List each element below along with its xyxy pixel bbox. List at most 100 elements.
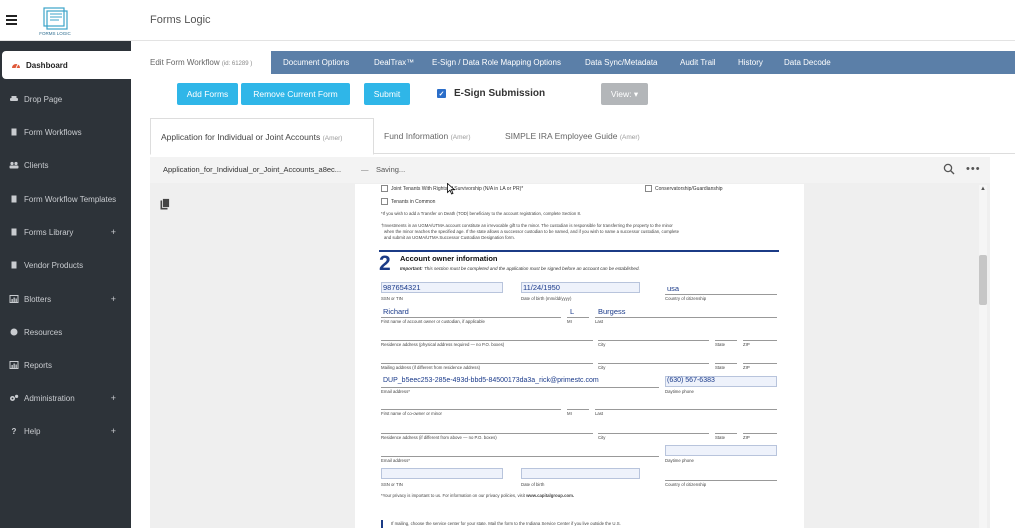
last-name-line xyxy=(595,317,777,318)
sidebar-item-vendor-products[interactable]: Vendor Products xyxy=(0,251,131,279)
workflow-tab-strip: Edit Form Workflow (id: 61289 ) Document… xyxy=(138,51,1015,74)
expand-plus-icon[interactable]: + xyxy=(111,393,116,403)
remove-current-form-button[interactable]: Remove Current Form xyxy=(241,83,350,105)
sidebar-item-drop-page[interactable]: Drop Page xyxy=(0,85,131,113)
co-ssn-field[interactable] xyxy=(381,468,503,479)
sidebar-item-forms-library[interactable]: Forms Library + xyxy=(0,218,131,246)
sidebar-item-label: Vendor Products xyxy=(24,260,84,270)
more-options-icon[interactable]: ••• xyxy=(966,163,981,175)
sidebar-item-reports[interactable]: Reports xyxy=(0,351,131,379)
search-icon[interactable] xyxy=(943,163,955,175)
form-tab-tag: (Amer) xyxy=(450,134,471,141)
tab-esign-data-role-mapping[interactable]: E-Sign / Data Role Mapping Options xyxy=(432,51,561,74)
hamburger-menu-icon[interactable] xyxy=(6,15,17,25)
sidebar-item-clients[interactable]: Clients xyxy=(0,151,131,179)
co-email-line[interactable] xyxy=(381,456,659,457)
submit-button[interactable]: Submit xyxy=(364,83,410,105)
co-country-line[interactable] xyxy=(665,480,777,481)
esign-checkbox[interactable]: ✓ xyxy=(437,89,446,98)
tab-document-options[interactable]: Document Options xyxy=(283,51,349,74)
tab-history[interactable]: History xyxy=(738,51,763,74)
expand-plus-icon[interactable]: + xyxy=(111,227,116,237)
last-name-value[interactable]: Burgess xyxy=(598,307,626,316)
co-zip-line[interactable] xyxy=(743,433,777,434)
expand-plus-icon[interactable]: + xyxy=(111,294,116,304)
forms-logic-logo[interactable]: FORMS LOGIC xyxy=(36,6,74,38)
sidebar-item-label: Blotters xyxy=(24,294,52,304)
sidebar-item-dashboard[interactable]: Dashboard xyxy=(2,51,131,79)
section-divider xyxy=(379,250,779,252)
co-state-line[interactable] xyxy=(715,433,737,434)
first-name-line xyxy=(381,317,561,318)
ugma-note-2: when the minor reaches the specified age… xyxy=(384,229,679,234)
co-last-line[interactable] xyxy=(595,409,777,410)
sidebar: Dashboard Drop Page Form Workflows Clients F… xyxy=(0,41,131,528)
esign-submission-toggle[interactable]: ✓ E-Sign Submission xyxy=(437,88,545,99)
co-residence-label: Residence address (if different from abo… xyxy=(381,435,497,440)
expand-plus-icon[interactable]: + xyxy=(111,426,116,436)
tenants-in-common-checkbox[interactable] xyxy=(381,198,388,205)
sidebar-item-form-workflows[interactable]: Form Workflows xyxy=(0,118,131,146)
copy-icon[interactable] xyxy=(160,198,170,210)
first-name-label: First name of account owner or custodian… xyxy=(381,319,485,324)
residence-line[interactable] xyxy=(381,340,593,341)
mouse-cursor-icon xyxy=(447,183,455,195)
co-dob-field[interactable] xyxy=(521,468,640,479)
tab-data-sync-metadata[interactable]: Data Sync/Metadata xyxy=(585,51,657,74)
co-mi-line[interactable] xyxy=(567,409,589,410)
co-residence-line[interactable] xyxy=(381,433,593,434)
scrollbar-thumb[interactable] xyxy=(979,255,987,305)
state-label: State xyxy=(715,342,726,347)
mailing-line[interactable] xyxy=(381,363,593,364)
chart-icon xyxy=(9,361,19,369)
mi-line xyxy=(567,317,589,318)
co-mi-label: MI xyxy=(567,411,572,416)
co-first-name-line[interactable] xyxy=(381,409,561,410)
document-page: Joint Tenants With Rights of Survivorshi… xyxy=(355,184,804,528)
mailing-zip-line[interactable] xyxy=(743,363,777,364)
tab-dealtrax[interactable]: DealTrax™ xyxy=(374,51,414,74)
conservatorship-checkbox[interactable] xyxy=(645,185,652,192)
sidebar-item-label: Form Workflow Templates xyxy=(24,194,117,204)
sidebar-item-blotters[interactable]: Blotters + xyxy=(0,285,131,313)
mailing-city-line[interactable] xyxy=(598,363,709,364)
country-value[interactable]: usa xyxy=(667,284,679,293)
dashboard-icon xyxy=(11,61,21,69)
joint-tenants-label: Joint Tenants With Rights of Survivorshi… xyxy=(391,186,524,192)
form-tab-simple-ira[interactable]: SIMPLE IRA Employee Guide (Amer) xyxy=(505,118,640,154)
joint-tenants-checkbox[interactable] xyxy=(381,185,388,192)
sidebar-item-form-workflow-templates[interactable]: Form Workflow Templates xyxy=(0,185,131,213)
form-tab-label: Fund Information xyxy=(384,131,449,141)
mi-value[interactable]: L xyxy=(570,307,574,316)
vertical-scrollbar[interactable] xyxy=(979,185,987,528)
co-ssn-label: SSN or TIN xyxy=(381,482,403,487)
gear-icon xyxy=(9,394,19,402)
tab-audit-trail[interactable]: Audit Trail xyxy=(680,51,716,74)
sidebar-item-resources[interactable]: Resources xyxy=(0,318,131,346)
view-dropdown-button[interactable]: View: ▾ xyxy=(601,83,648,105)
sidebar-item-administration[interactable]: Administration + xyxy=(0,384,131,412)
add-forms-button[interactable]: Add Forms xyxy=(177,83,238,105)
first-name-value[interactable]: Richard xyxy=(383,307,409,316)
email-value[interactable]: DUP_b5eec253-285e-493d-bbd5-84500173da3a… xyxy=(383,377,599,384)
mailing-state-line[interactable] xyxy=(715,363,737,364)
zip-line[interactable] xyxy=(743,340,777,341)
sidebar-item-label: Drop Page xyxy=(24,94,63,104)
tab-data-decode[interactable]: Data Decode xyxy=(784,51,831,74)
co-phone-field[interactable] xyxy=(665,445,777,456)
scroll-up-icon[interactable]: ▲ xyxy=(980,186,986,192)
mailing-zip-label: ZIP xyxy=(743,365,750,370)
state-line[interactable] xyxy=(715,340,737,341)
privacy-link[interactable]: www.capitalgroup.com. xyxy=(526,493,574,498)
co-city-line[interactable] xyxy=(598,433,709,434)
bottom-note: If mailing, choose the service center fo… xyxy=(391,521,621,526)
section-number: 2 xyxy=(379,252,391,275)
city-line[interactable] xyxy=(598,340,709,341)
tab-edit-form-workflow[interactable]: Edit Form Workflow (id: 61289 ) xyxy=(138,51,271,74)
sidebar-item-help[interactable]: ? Help + xyxy=(0,417,131,445)
ssn-value: 987654321 xyxy=(383,283,421,292)
form-tab-application[interactable]: Application for Individual or Joint Acco… xyxy=(150,118,374,155)
users-icon xyxy=(9,161,19,169)
save-status: Saving... xyxy=(376,165,406,174)
form-tab-fund-information[interactable]: Fund Information (Amer) xyxy=(384,118,471,154)
